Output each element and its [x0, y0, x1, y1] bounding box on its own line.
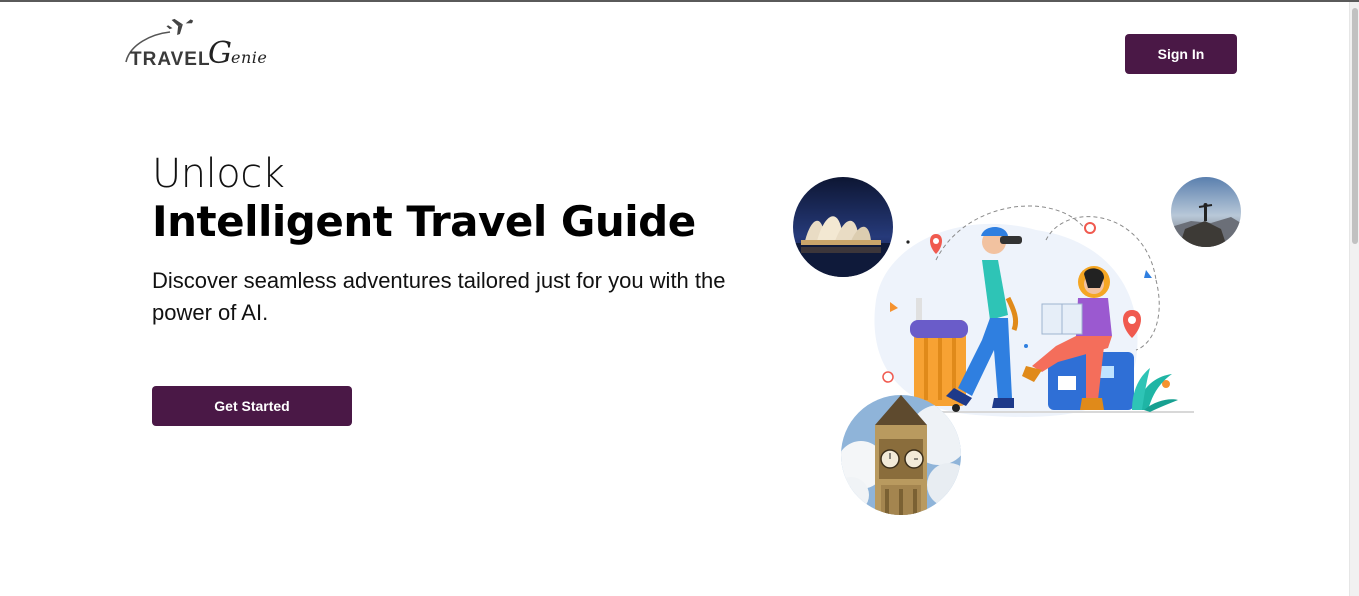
sign-in-button[interactable]: Sign In: [1125, 34, 1237, 74]
travel-genie-logo[interactable]: TRAVEL Genie: [122, 18, 272, 82]
hero-subtitle: Discover seamless adventures tailored ju…: [152, 268, 726, 325]
hero-heading-line1: Unlock: [152, 151, 285, 197]
logo-text-genie: Genie: [208, 36, 267, 71]
sydney-opera-house-photo: [793, 177, 893, 277]
big-ben-photo: [841, 395, 961, 515]
hero-heading-line2: Intelligent Travel Guide: [152, 197, 696, 246]
logo-text-travel: TRAVEL: [130, 49, 211, 70]
hero-illustration: [786, 170, 1256, 530]
logo-genie-initial: G: [208, 36, 232, 71]
get-started-button[interactable]: Get Started: [152, 386, 352, 426]
mountain-hiker-photo: [1171, 177, 1241, 247]
vertical-scrollbar[interactable]: [1349, 2, 1359, 596]
window-top-border: [0, 0, 1359, 2]
scrollbar-thumb[interactable]: [1352, 8, 1358, 244]
logo-genie-rest: enie: [230, 48, 268, 67]
